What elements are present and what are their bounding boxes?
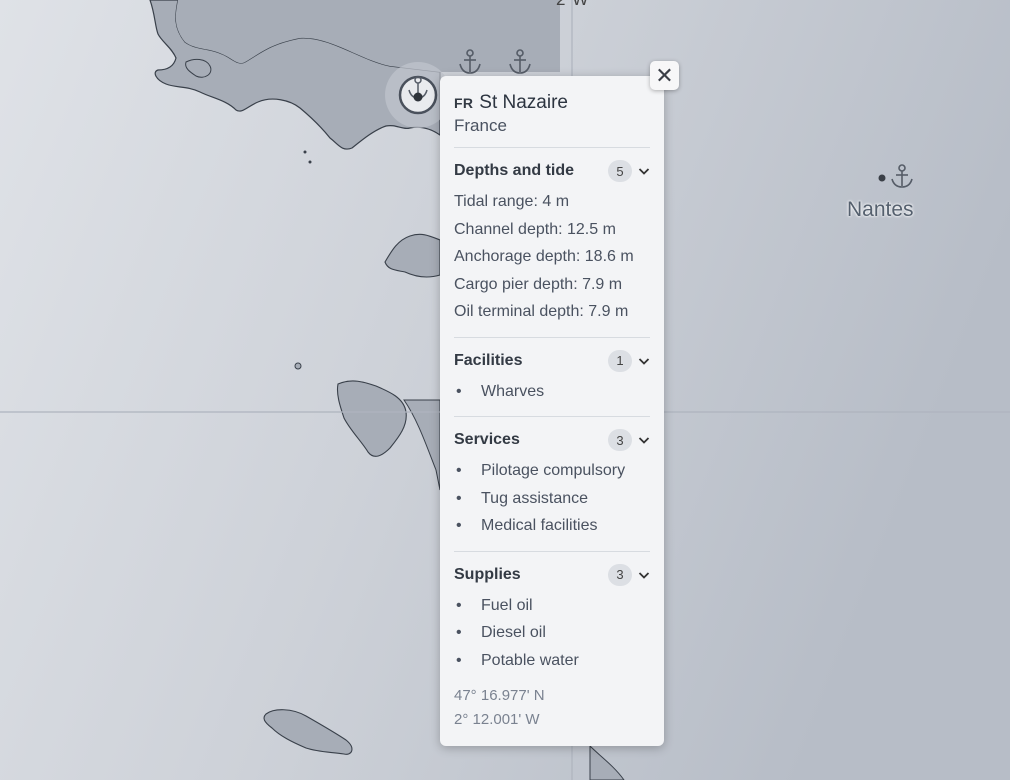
list-item: • Fuel oil [456,596,533,614]
count-badge: 5 [608,160,632,182]
list-item: • Medical facilities [456,517,598,534]
chevron-down-icon [638,357,650,365]
detail-line: Oil terminal depth: 7.9 m [454,303,629,320]
longitude: 2° 12.001' W [454,711,540,728]
close-button[interactable]: ✕ [650,61,679,90]
list-item: • Wharves [456,382,545,400]
coordinates: 47° 16.977' N 2° 12.001' W [454,684,650,732]
section-facilities: Facilities 1 • Wharves [454,336,650,406]
selected-port-dot [413,92,423,102]
section-title: Supplies [454,565,521,583]
islet-small [303,150,307,154]
list-item: • Pilotage compulsory [456,462,626,479]
section-services: Services 3 • Pilotage compulsory • Tug ass… [454,416,650,540]
port-label-nantes[interactable]: Nantes [847,198,914,222]
count-badge: 3 [608,563,632,586]
section-header-supplies[interactable]: Supplies 3 [454,563,650,586]
count-badge: 1 [608,349,632,372]
islet-small [308,160,312,164]
port-name: St Nazaire [479,92,568,113]
port-info-popup: FR St Nazaire France Depths and tide 5 T… [440,76,664,746]
list-item: • Potable water [456,651,579,669]
section-header-facilities[interactable]: Facilities 1 [454,349,650,372]
section-title: Services [454,431,520,448]
list-item: • Diesel oil [456,624,546,641]
detail-line: Tidal range: 4 m [454,193,570,210]
chevron-down-icon [638,168,650,175]
popup-title: FR St Nazaire [454,92,650,114]
list-item: • Tug assistance [456,489,589,507]
islet-small [294,362,302,370]
section-supplies: Supplies 3 • Fuel oil • Diesel oil • Potabl… [454,550,650,675]
graticule-label: 2°W [556,0,588,10]
section-header-services[interactable]: Services 3 [454,429,650,451]
detail-line: Channel depth: 12.5 m [454,220,616,238]
section-depths: Depths and tide 5 Tidal range: 4 m Chann… [454,147,650,326]
section-title: Depths and tide [454,162,575,179]
port-dot [878,174,886,182]
latitude: 47° 16.977' N [454,687,545,704]
count-badge: 3 [608,429,632,451]
country-name: France [454,116,507,135]
section-header-depths[interactable]: Depths and tide 5 [454,160,650,182]
section-title: Facilities [454,351,523,369]
chevron-down-icon [638,571,650,579]
chevron-down-icon [638,437,650,444]
detail-line: Cargo pier depth: 7.9 m [454,275,623,293]
close-icon: ✕ [655,62,674,88]
detail-line: Anchorage depth: 18.6 m [454,248,634,265]
country-code: FR [454,95,474,111]
